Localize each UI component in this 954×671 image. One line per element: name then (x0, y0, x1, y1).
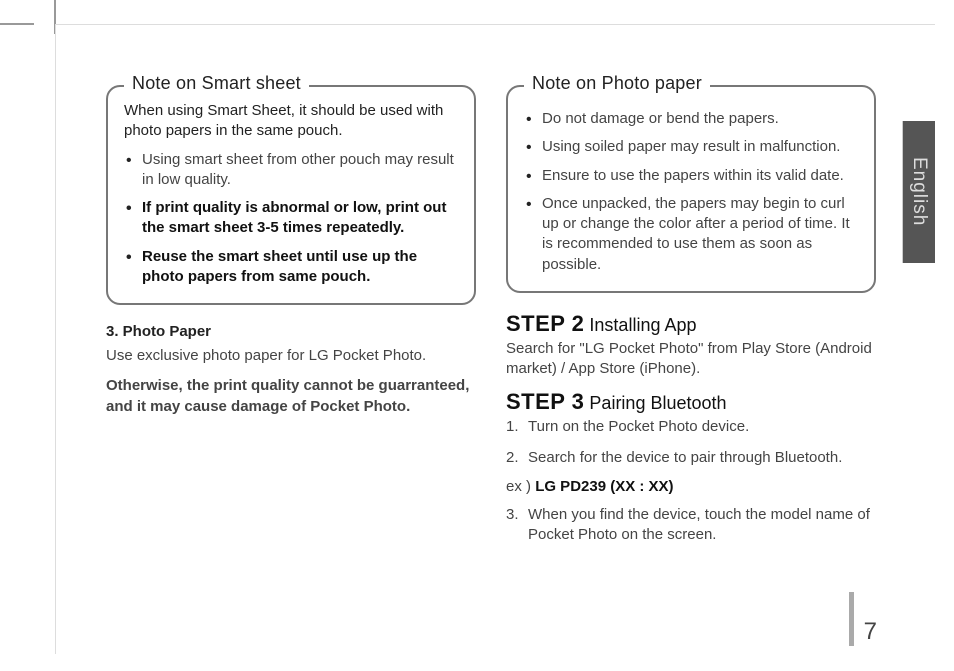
list-item: Turn on the Pocket Photo device. (506, 417, 876, 437)
note-intro-text: When using Smart Sheet, it should be use… (124, 101, 458, 142)
step3-list: Turn on the Pocket Photo device. Search … (506, 417, 876, 468)
example-line: ex ) LG PD239 (XX : XX) (506, 478, 876, 495)
list-item: Reuse the smart sheet until use up the p… (124, 247, 458, 288)
note-list: Do not damage or bend the papers. Using … (524, 109, 858, 275)
step2-heading: STEP 2 Installing App (506, 311, 876, 337)
step-title: Installing App (584, 315, 696, 335)
list-item: Do not damage or bend the papers. (524, 109, 858, 129)
subheading-photo-paper: 3. Photo Paper (106, 323, 476, 340)
left-column: Note on Smart sheet When using Smart She… (106, 85, 476, 555)
page-number: 7 (864, 618, 877, 646)
note-title: Note on Smart sheet (124, 73, 309, 94)
page-number-block: 7 (849, 592, 877, 646)
list-item: Ensure to use the papers within its vali… (524, 166, 858, 186)
step2-body: Search for "LG Pocket Photo" from Play S… (506, 339, 876, 380)
body-text: Use exclusive photo paper for LG Pocket … (106, 346, 476, 366)
step3-list-cont: When you find the device, touch the mode… (506, 505, 876, 546)
note-list: Using smart sheet from other pouch may r… (124, 150, 458, 288)
step3-heading: STEP 3 Pairing Bluetooth (506, 389, 876, 415)
language-tab: English (903, 121, 935, 263)
list-item: When you find the device, touch the mode… (506, 505, 876, 546)
content-columns: Note on Smart sheet When using Smart She… (106, 85, 876, 555)
crop-mark-top (0, 23, 34, 25)
list-item: Once unpacked, the papers may begin to c… (524, 194, 858, 275)
step-title: Pairing Bluetooth (584, 393, 726, 413)
right-column: Note on Photo paper Do not damage or ben… (506, 85, 876, 555)
list-item: Using soiled paper may result in malfunc… (524, 137, 858, 157)
list-item: If print quality is abnormal or low, pri… (124, 198, 458, 239)
note-title: Note on Photo paper (524, 73, 710, 94)
note-smart-sheet: Note on Smart sheet When using Smart She… (106, 85, 476, 305)
step-number: STEP 2 (506, 311, 584, 336)
list-item: Search for the device to pair through Bl… (506, 448, 876, 468)
list-item: Using smart sheet from other pouch may r… (124, 150, 458, 191)
page-number-bar (849, 592, 854, 646)
body-text-warning: Otherwise, the print quality cannot be g… (106, 376, 476, 417)
example-code: LG PD239 (XX : XX) (535, 478, 673, 495)
page-frame: English Note on Smart sheet When using S… (55, 24, 935, 654)
step-number: STEP 3 (506, 389, 584, 414)
note-photo-paper: Note on Photo paper Do not damage or ben… (506, 85, 876, 293)
example-prefix: ex ) (506, 478, 535, 495)
